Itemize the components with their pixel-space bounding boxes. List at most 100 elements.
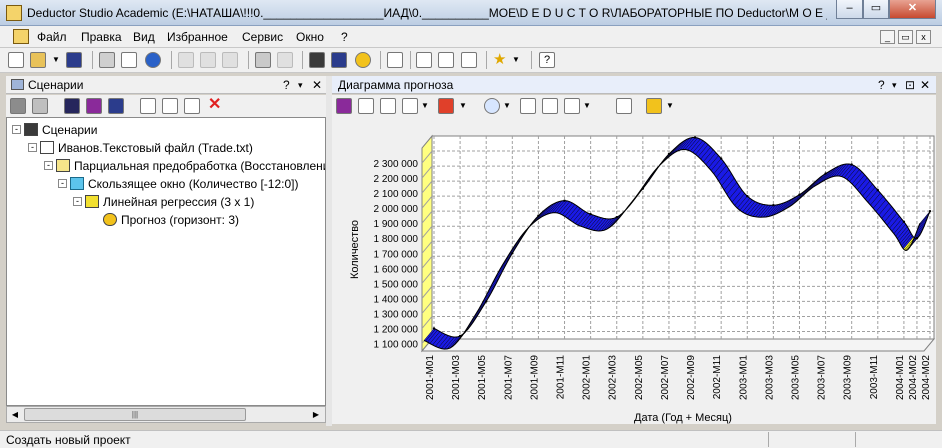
tile-vertical-icon[interactable] (461, 52, 477, 68)
app-menu-icon[interactable] (13, 29, 29, 44)
find-icon[interactable] (255, 52, 271, 68)
data-point (693, 136, 697, 139)
chart-panel-header: Диаграмма прогноза ? ▾ ⊡ ✕ (332, 76, 936, 94)
cut-icon (178, 52, 194, 68)
connections-panel-icon[interactable] (331, 52, 347, 68)
collapse-toggle[interactable]: - (58, 179, 67, 188)
series-dropdown-icon[interactable]: ▼ (459, 98, 475, 114)
x-tick-label: 2001-M01 (425, 355, 436, 400)
print-icon[interactable] (99, 52, 115, 68)
data-point (928, 209, 932, 213)
web-icon[interactable] (145, 52, 161, 68)
menu-view[interactable]: Вид (133, 30, 155, 44)
collapse-toggle[interactable]: - (12, 125, 21, 134)
favorites-dropdown-icon[interactable]: ▼ (512, 52, 528, 68)
save-icon[interactable] (66, 52, 82, 68)
series-icon[interactable] (438, 98, 454, 114)
scenarios-panel-title: Сценарии (28, 78, 84, 92)
chart-panel-close-button[interactable]: ✕ (920, 78, 930, 92)
find-next-icon (277, 52, 293, 68)
collapse-toggle[interactable]: - (44, 161, 53, 170)
print-chart-icon[interactable] (616, 98, 632, 114)
menu-file[interactable]: Файл (37, 30, 67, 44)
wizard-icon[interactable] (355, 52, 371, 68)
chart-panel-pin-button[interactable]: ▾ (892, 80, 897, 91)
export-emf-icon[interactable] (646, 98, 662, 114)
axis-icon[interactable] (380, 98, 396, 114)
panel-close-button[interactable]: ✕ (312, 78, 322, 92)
palette-dropdown-icon[interactable]: ▼ (583, 98, 599, 114)
x-tick-label: 2003-M07 (817, 355, 828, 400)
scenarios-panel-icon[interactable] (309, 52, 325, 68)
mdi-close-button[interactable]: x (916, 30, 931, 44)
menu-service[interactable]: Сервис (242, 30, 283, 44)
chart-settings-icon[interactable] (542, 98, 558, 114)
y-tick-label: 1 300 000 (374, 309, 419, 320)
zoom-dropdown-icon[interactable]: ▼ (503, 98, 519, 114)
chart-toolbar: ▼ ▼ ▼ ▼ ▼ (332, 95, 936, 117)
delete-icon[interactable]: ✕ (208, 97, 224, 113)
scroll-left-arrow-icon[interactable]: ◀ (8, 408, 22, 421)
mdi-minimize-button[interactable]: _ (880, 30, 895, 44)
linear-regression-icon (85, 195, 99, 208)
scenarios-toolbar: ✕ (6, 95, 326, 117)
palette-icon[interactable] (564, 98, 580, 114)
data-point (511, 252, 514, 255)
menu-favorites[interactable]: Избранное (167, 30, 228, 44)
x-tick-label: 2003-M09 (843, 355, 854, 400)
cube-icon[interactable] (86, 98, 102, 114)
legend-icon[interactable] (402, 98, 418, 114)
tile-horizontal-icon[interactable] (438, 52, 454, 68)
mdi-restore-button[interactable]: ▭ (898, 30, 913, 44)
close-button[interactable]: ✕ (889, 0, 936, 19)
chart-panel-help-button[interactable]: ? (878, 78, 885, 92)
chart-panel-title: Диаграмма прогноза (338, 78, 454, 92)
data-point (824, 172, 827, 175)
maximize-button[interactable]: ▭ (863, 0, 889, 19)
y-tick-label: 1 600 000 (374, 264, 419, 275)
print-preview-icon[interactable] (121, 52, 137, 68)
panel-help-button[interactable]: ? (283, 78, 290, 92)
x-tick-label: 2002-M11 (712, 355, 723, 400)
menu-edit[interactable]: Правка (81, 30, 122, 44)
scroll-thumb[interactable]: ||| (24, 408, 246, 421)
x-tick-label: 2003-M11 (869, 355, 880, 400)
export-dropdown-icon[interactable]: ▼ (666, 98, 682, 114)
data-point (772, 203, 775, 207)
panel-pin-button[interactable]: ▾ (298, 80, 303, 91)
tree-collapse-icon[interactable] (162, 98, 178, 114)
toolbar-separator (248, 51, 249, 69)
toolbar-separator (92, 51, 93, 69)
sort-icon[interactable] (358, 98, 374, 114)
help-icon[interactable]: ? (539, 52, 555, 68)
copy-icon (200, 52, 216, 68)
copy-chart-icon[interactable] (520, 98, 536, 114)
data-point (432, 327, 436, 330)
chart-type-icon[interactable] (336, 98, 352, 114)
open-folder-icon[interactable] (30, 52, 46, 68)
collapse-toggle[interactable]: - (28, 143, 37, 152)
tree-move-icon[interactable] (184, 98, 200, 114)
tree-expand-icon[interactable] (140, 98, 156, 114)
home-icon[interactable] (387, 52, 403, 68)
favorites-star-icon[interactable]: ★ (493, 52, 509, 68)
scroll-right-arrow-icon[interactable]: ▶ (309, 408, 323, 421)
scenarios-icon (24, 123, 38, 136)
menu-window[interactable]: Окно (296, 30, 324, 44)
wizard-import-icon[interactable] (10, 98, 26, 114)
wizard-export-icon[interactable] (64, 98, 80, 114)
menu-help[interactable]: ? (341, 30, 348, 44)
wizard-process-icon[interactable] (32, 98, 48, 114)
new-file-icon[interactable] (8, 52, 24, 68)
visualizer-icon[interactable] (108, 98, 124, 114)
tree-horizontal-scrollbar[interactable]: ◀ ||| ▶ (6, 406, 326, 423)
collapse-toggle[interactable]: - (73, 197, 82, 206)
minimize-button[interactable]: – (836, 0, 863, 19)
zoom-icon[interactable] (484, 98, 500, 114)
chart-panel-float-button[interactable]: ⊡ (905, 78, 915, 92)
cascade-icon[interactable] (416, 52, 432, 68)
legend-dropdown-icon[interactable]: ▼ (421, 98, 437, 114)
app-icon (6, 5, 22, 21)
chart-floor (420, 338, 936, 352)
scenarios-tree: - Сценарии - Иванов.Текстовый файл (Trad… (6, 117, 326, 406)
